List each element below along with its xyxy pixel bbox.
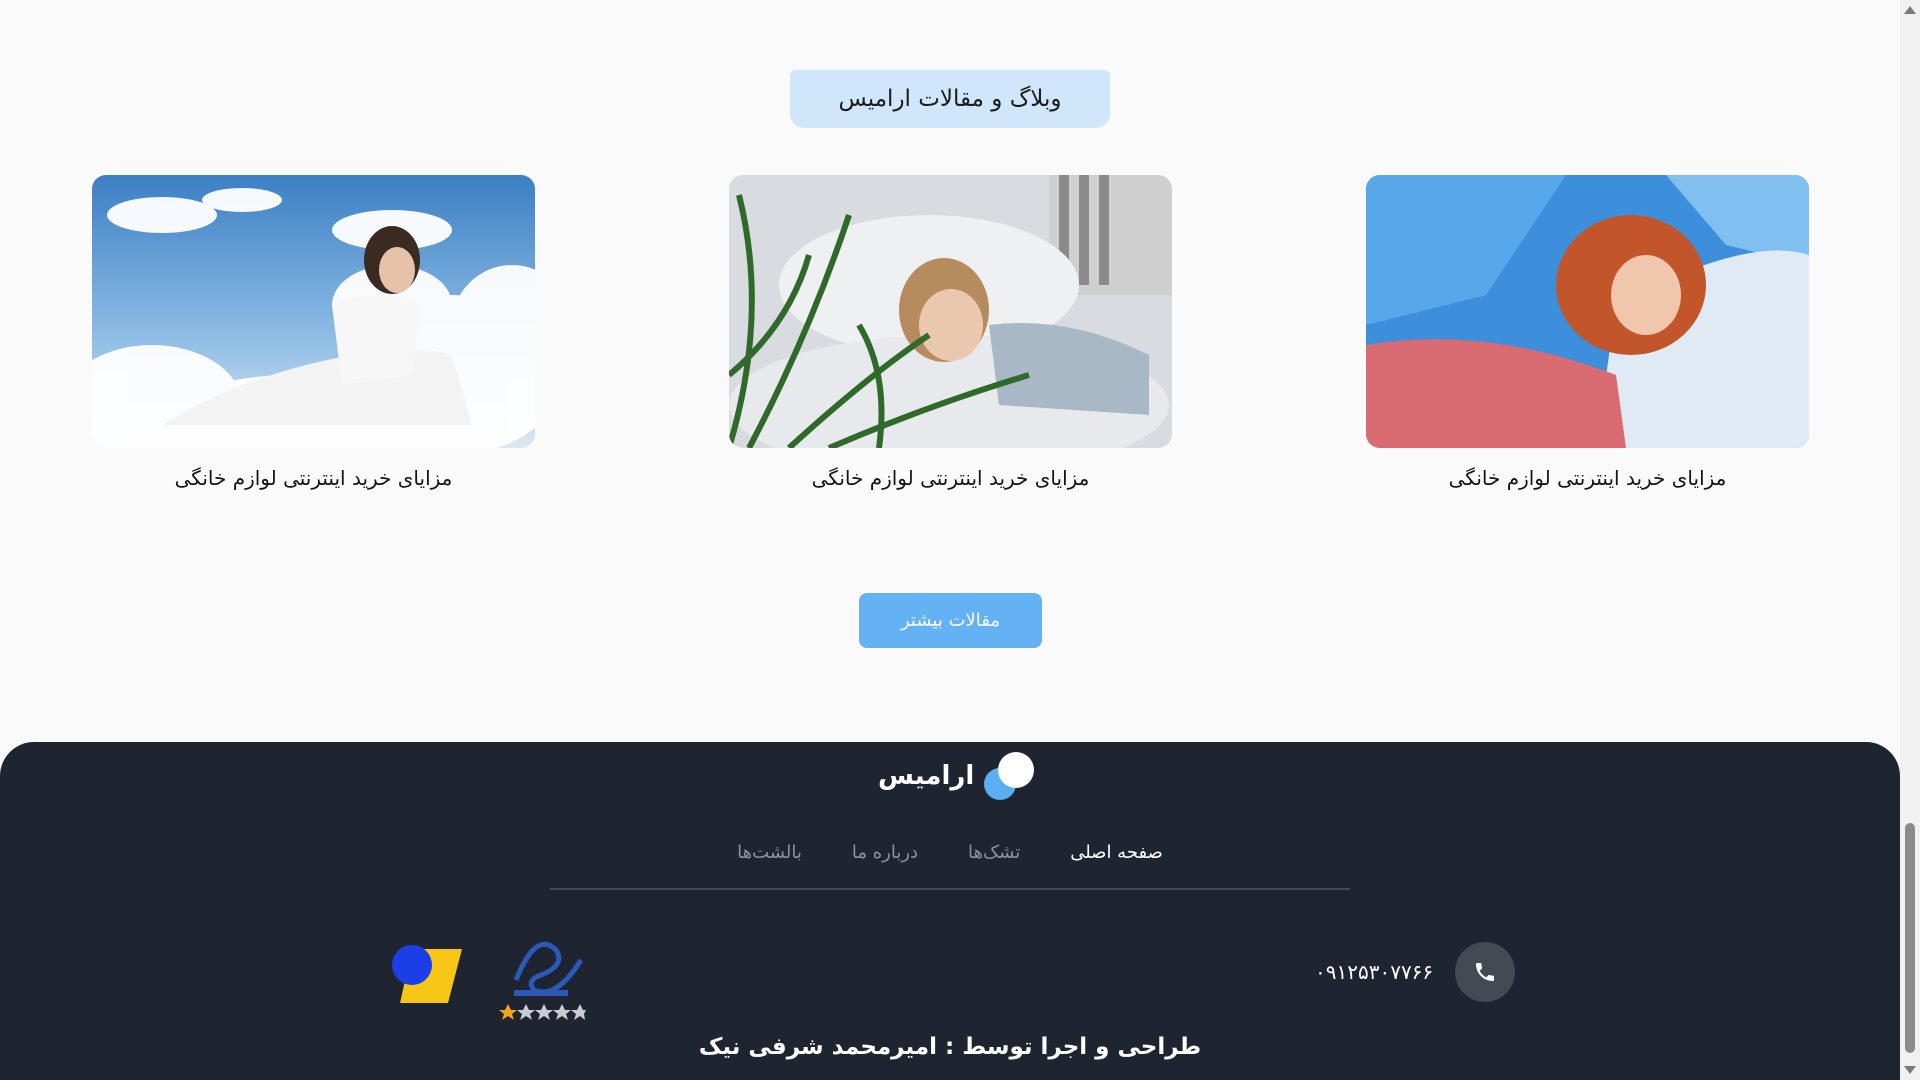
designer-credit: طراحی و اجرا توسط : امیرمحمد شرفی نیک bbox=[698, 1034, 1202, 1060]
brand-name: ارامیس bbox=[878, 761, 975, 791]
article-image-redhead[interactable] bbox=[1366, 175, 1809, 448]
trust-badges bbox=[390, 920, 586, 1030]
article-card[interactable]: مزایای خرید اینترنتی لوازم خانگی bbox=[92, 175, 535, 490]
aramis-logo-icon bbox=[984, 750, 1036, 802]
more-articles-button[interactable]: مقالات بیشتر bbox=[859, 593, 1042, 648]
article-title[interactable]: مزایای خرید اینترنتی لوازم خانگی bbox=[1366, 466, 1809, 490]
contact-phone[interactable]: ۰۹۱۲۵۳۰۷۷۶۶ bbox=[1315, 942, 1516, 1002]
article-image-clouds[interactable] bbox=[92, 175, 535, 448]
footer-brand[interactable]: ارامیس bbox=[878, 750, 1036, 802]
article-title[interactable]: مزایای خرید اینترنتی لوازم خانگی bbox=[92, 466, 535, 490]
footer: ارامیس صفحه اصلی تشک‌ها درباره ما بالشت‌… bbox=[0, 742, 1900, 1080]
footer-nav-home[interactable]: صفحه اصلی bbox=[1070, 842, 1163, 888]
article-card[interactable]: مزایای خرید اینترنتی لوازم خانگی bbox=[729, 175, 1172, 490]
article-card[interactable]: مزایای خرید اینترنتی لوازم خانگی bbox=[1366, 175, 1809, 490]
footer-nav-pillows[interactable]: بالشت‌ها bbox=[737, 842, 802, 888]
scroll-up-icon[interactable] bbox=[1904, 6, 1916, 14]
article-image-child[interactable] bbox=[729, 175, 1172, 448]
article-title[interactable]: مزایای خرید اینترنتی لوازم خانگی bbox=[729, 466, 1172, 490]
blog-section-title: وبلاگ و مقالات ارامیس bbox=[790, 70, 1110, 128]
phone-icon[interactable] bbox=[1455, 942, 1516, 1002]
zarinpal-badge-icon[interactable] bbox=[390, 935, 466, 1015]
phone-number[interactable]: ۰۹۱۲۵۳۰۷۷۶۶ bbox=[1315, 960, 1433, 984]
footer-nav-about[interactable]: درباره ما bbox=[852, 842, 918, 888]
enamad-badge-icon[interactable] bbox=[496, 920, 586, 1030]
page-scrollbar[interactable] bbox=[1900, 0, 1920, 1080]
scroll-down-icon[interactable] bbox=[1904, 1066, 1916, 1074]
scrollbar-thumb[interactable] bbox=[1905, 823, 1915, 1053]
footer-nav: صفحه اصلی تشک‌ها درباره ما بالشت‌ها bbox=[550, 842, 1350, 890]
footer-nav-mattresses[interactable]: تشک‌ها bbox=[968, 842, 1020, 888]
